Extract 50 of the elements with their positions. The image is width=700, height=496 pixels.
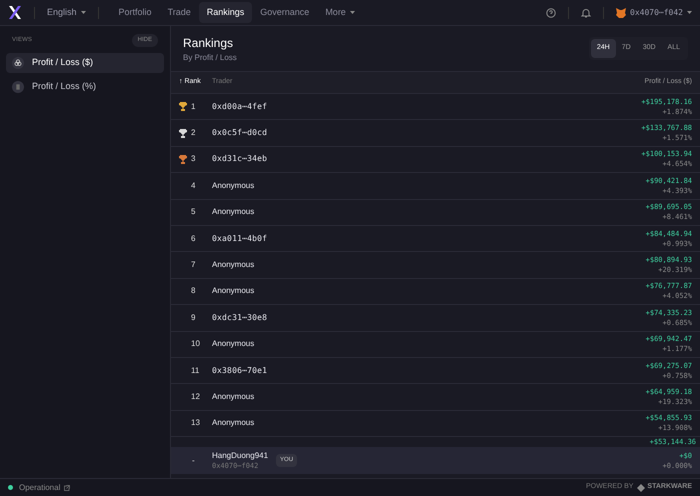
page-title: Rankings (183, 34, 234, 52)
trader-name[interactable]: 0x0c5f⋯d0cd (212, 127, 268, 140)
external-link-icon (64, 484, 70, 490)
caret-icon (687, 11, 692, 14)
trader-name[interactable]: 0x3806⋯70e1 (212, 364, 268, 377)
nav-tab[interactable]: Portfolio (110, 2, 160, 24)
rank-number: 1 (191, 100, 196, 113)
trader-name: HangDuong941 (212, 450, 268, 461)
rank-number: 10 (191, 338, 201, 350)
trader-name[interactable]: 0xd31c⋯34eb (212, 153, 268, 166)
trader-name[interactable]: Anonymous (212, 259, 254, 272)
rank-number: 13 (191, 417, 201, 430)
bell-icon[interactable] (581, 8, 592, 18)
trader-name[interactable]: Anonymous (212, 285, 254, 298)
trader-name[interactable]: Anonymous (212, 417, 254, 430)
caret-icon (80, 11, 86, 14)
rank-number: - (191, 454, 196, 467)
nav-tab[interactable]: Trade (160, 2, 199, 24)
rank-number: 5 (191, 206, 196, 218)
trader-name[interactable]: Anonymous (212, 390, 254, 403)
rank-number: 6 (191, 232, 196, 245)
rank-number: 12 (191, 390, 201, 403)
nav-tab[interactable]: More (317, 2, 363, 24)
trader-name[interactable]: Anonymous (212, 338, 254, 350)
trader-name[interactable]: 0xdc31⋯30e8 (212, 312, 268, 324)
document-icon (12, 81, 24, 93)
view-item[interactable]: Profit / Loss ($) (6, 53, 164, 73)
help-icon[interactable] (546, 8, 556, 18)
trader-name[interactable]: 0xa011⋯4b0f (212, 232, 268, 245)
diamond-logo-icon (637, 484, 646, 492)
language-selector[interactable]: English (47, 6, 86, 20)
wallet-button[interactable]: 0x4070⋯f042 (616, 6, 692, 18)
logo-icon[interactable] (8, 6, 22, 19)
page-subtitle: By Profit / Loss (183, 52, 237, 64)
rank-number: 7 (191, 259, 196, 272)
trader-name[interactable]: Anonymous (212, 206, 254, 218)
nav-tab[interactable]: Rankings (198, 2, 252, 24)
trader-name[interactable]: 0xd00a⋯4fef (212, 100, 268, 113)
rank-number: 11 (191, 364, 200, 377)
fox-icon (616, 8, 626, 18)
nav-tab[interactable]: Governance (252, 2, 318, 24)
rank-number: 3 (191, 153, 196, 166)
trader-name[interactable]: Anonymous (212, 180, 254, 192)
circles-icon (12, 57, 24, 69)
status-link[interactable]: Operational (19, 482, 60, 494)
rank-number: 4 (191, 180, 196, 192)
rank-number: 8 (191, 285, 196, 298)
view-item[interactable]: Profit / Loss (%) (6, 77, 164, 97)
rank-number: 9 (191, 312, 196, 324)
rank-number: 2 (191, 127, 196, 140)
